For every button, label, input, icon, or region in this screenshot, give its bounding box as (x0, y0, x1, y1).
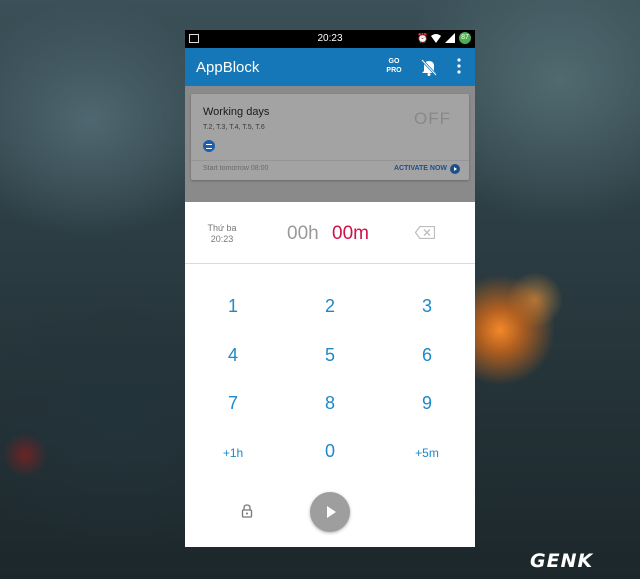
play-icon[interactable] (310, 492, 350, 532)
phone-screen: 20:23 ⏰ 87 AppBlock GO PRO Working days … (185, 30, 475, 547)
key-5[interactable]: 5 (300, 340, 360, 370)
alarm-icon: ⏰ (417, 33, 429, 43)
more-vert-icon[interactable] (457, 58, 461, 74)
genk-watermark: GENK (530, 550, 594, 572)
go-pro-label-bottom: PRO (386, 67, 402, 74)
key-7[interactable]: 7 (203, 388, 263, 418)
key-6[interactable]: 6 (397, 340, 457, 370)
timer-minutes[interactable]: 00m (332, 223, 369, 245)
status-icons: ⏰ 87 (417, 32, 471, 44)
battery-icon: 87 (459, 32, 471, 44)
activate-now-button[interactable]: ACTIVATE NOW (394, 165, 447, 172)
lock-icon[interactable] (241, 504, 253, 518)
backspace-icon[interactable] (415, 226, 435, 239)
schedule-start-text: Start tomorrow 08:00 (203, 165, 269, 172)
arrow-right-icon[interactable] (450, 164, 460, 174)
app-toolbar: AppBlock GO PRO (185, 48, 475, 86)
app-title: AppBlock (196, 59, 260, 76)
go-pro-label-top: GO (388, 58, 400, 65)
quick-block-sheet: Thứ ba 20:23 00h 00m 1 2 3 4 5 6 7 8 9 +… (185, 202, 475, 547)
schedule-name: Working days (203, 106, 270, 118)
key-2[interactable]: 2 (300, 291, 360, 321)
wifi-icon (431, 34, 441, 43)
messenger-icon (203, 140, 215, 152)
go-pro-button[interactable]: GO PRO (384, 57, 404, 75)
key-9[interactable]: 9 (397, 388, 457, 418)
current-day: Thứ ba (207, 223, 237, 233)
card-divider (191, 160, 469, 161)
current-time: 20:23 (210, 234, 234, 244)
current-day-time: Thứ ba 20:23 (202, 223, 242, 245)
dimmed-content: Working days T.2, T.3, T.4, T.5, T.6 OFF… (185, 86, 475, 202)
schedule-days: T.2, T.3, T.4, T.5, T.6 (203, 124, 265, 131)
key-1[interactable]: 1 (203, 291, 263, 321)
schedule-toggle-state[interactable]: OFF (414, 109, 451, 129)
signal-icon (445, 33, 455, 43)
key-plus-5m[interactable]: +5m (397, 438, 457, 468)
timer-header: Thứ ba 20:23 00h 00m (185, 202, 475, 264)
bell-off-icon[interactable] (421, 58, 437, 76)
key-3[interactable]: 3 (397, 291, 457, 321)
key-4[interactable]: 4 (203, 340, 263, 370)
key-8[interactable]: 8 (300, 388, 360, 418)
key-plus-1h[interactable]: +1h (203, 438, 263, 468)
status-bar: 20:23 ⏰ 87 (185, 30, 475, 48)
key-0[interactable]: 0 (300, 436, 360, 466)
schedule-card[interactable]: Working days T.2, T.3, T.4, T.5, T.6 OFF… (191, 94, 469, 180)
timer-hours[interactable]: 00h (287, 223, 319, 245)
